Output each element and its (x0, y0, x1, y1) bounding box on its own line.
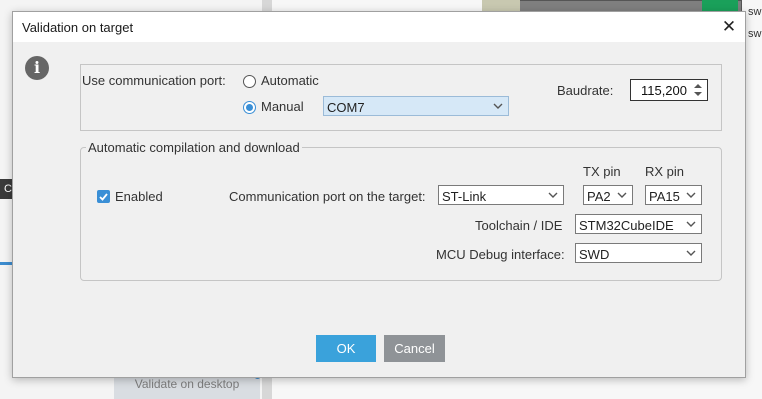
comm-port-target-label: Communication port on the target: (229, 189, 426, 204)
chevron-down-icon (686, 250, 696, 256)
automatic-radio-label[interactable]: Automatic (261, 73, 319, 88)
communication-port-group: Use communication port: Automatic Manual… (80, 64, 722, 131)
com-port-value: COM7 (327, 100, 365, 115)
comm-port-target-value: ST-Link (442, 189, 487, 204)
info-icon: i (25, 56, 49, 80)
auto-compilation-legend: Automatic compilation and download (86, 140, 302, 155)
enabled-checkbox[interactable] (97, 190, 110, 203)
chevron-down-icon (548, 192, 558, 198)
toolchain-value: STM32CubeIDE (579, 218, 674, 233)
check-icon (99, 193, 108, 201)
spinner-arrows-icon[interactable] (692, 82, 704, 98)
enabled-label[interactable]: Enabled (115, 189, 163, 204)
baudrate-spinner[interactable]: 115,200 (630, 79, 708, 101)
rx-pin-value: PA15 (649, 189, 680, 204)
chevron-down-icon (617, 192, 627, 198)
dialog-title: Validation on target (22, 20, 134, 35)
tx-pin-select[interactable]: PA2 (583, 185, 633, 205)
background-sw-label: sw (748, 28, 762, 40)
manual-radio-label[interactable]: Manual (261, 99, 304, 114)
com-port-select[interactable]: COM7 (323, 96, 509, 116)
background-sw-label: sw (748, 6, 762, 18)
chevron-down-icon (686, 192, 696, 198)
communication-port-label: Use communication port: (82, 73, 226, 88)
auto-compilation-group: Automatic compilation and download TX pi… (80, 140, 722, 281)
comm-port-target-select[interactable]: ST-Link (438, 185, 564, 205)
rx-pin-header: RX pin (645, 164, 685, 179)
chevron-down-icon (493, 103, 503, 109)
debug-interface-label: MCU Debug interface: (436, 247, 565, 262)
debug-interface-value: SWD (579, 247, 610, 262)
background-selection-line (0, 262, 12, 265)
tx-pin-value: PA2 (587, 189, 611, 204)
dialog-titlebar: Validation on target ✕ (13, 12, 745, 42)
toolchain-select[interactable]: STM32CubeIDE (575, 214, 702, 234)
rx-pin-select[interactable]: PA15 (645, 185, 702, 205)
cancel-button[interactable]: Cancel (384, 335, 445, 362)
automatic-radio[interactable] (243, 75, 256, 88)
manual-radio[interactable] (243, 101, 256, 114)
validation-dialog: Validation on target ✕ i Use communicati… (12, 11, 746, 378)
ok-button[interactable]: OK (316, 335, 376, 362)
baudrate-value: 115,200 (640, 83, 687, 98)
chevron-down-icon (686, 221, 696, 227)
close-icon[interactable]: ✕ (719, 17, 739, 37)
baudrate-label: Baudrate: (557, 83, 614, 98)
debug-interface-select[interactable]: SWD (575, 243, 702, 263)
tx-pin-header: TX pin (583, 164, 621, 179)
toolchain-label: Toolchain / IDE (475, 218, 563, 233)
